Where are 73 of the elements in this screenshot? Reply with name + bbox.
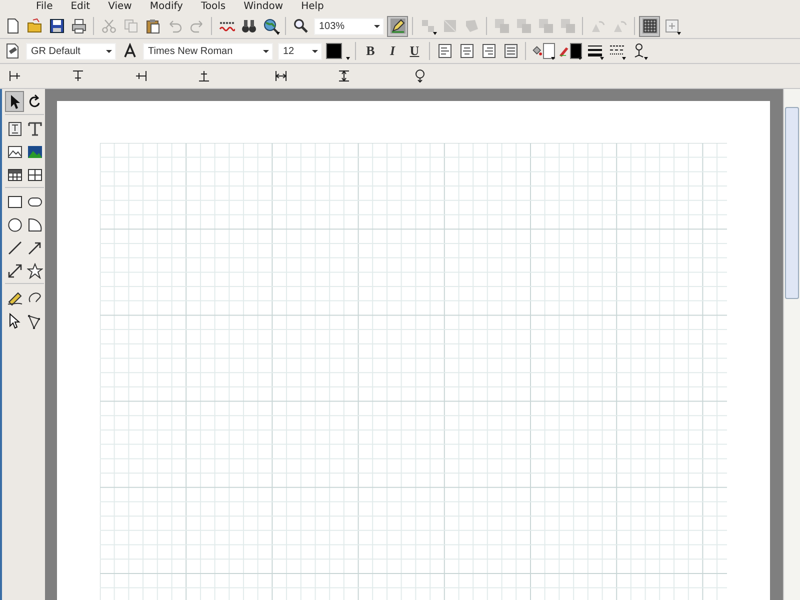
pencil-icon xyxy=(390,18,406,34)
menu-item[interactable]: Tools xyxy=(200,1,226,13)
style-dropdown[interactable]: GR Default xyxy=(26,42,116,60)
fill-color-button[interactable] xyxy=(530,40,556,62)
color-swatch xyxy=(542,43,555,59)
letter-a-icon xyxy=(122,43,138,59)
menu-item[interactable]: Window xyxy=(244,1,284,13)
color-swatch xyxy=(570,43,582,59)
zoom-dropdown[interactable]: 103% xyxy=(314,18,384,34)
stacked-squares-icon xyxy=(516,18,532,34)
line-icon xyxy=(6,240,22,256)
align-justify-icon xyxy=(502,43,518,59)
italic-button[interactable]: I xyxy=(382,40,403,62)
stacked-squares-icon xyxy=(560,18,576,34)
align-right-icon xyxy=(480,43,496,59)
text-color-button[interactable] xyxy=(325,40,351,62)
double-arrow-icon xyxy=(6,262,22,278)
node-pointer-icon xyxy=(6,312,22,328)
grid-button[interactable] xyxy=(639,16,660,36)
grid-icon xyxy=(642,18,658,34)
scroll-thumb[interactable] xyxy=(785,107,799,299)
text-frame-icon xyxy=(6,120,22,136)
table-icon xyxy=(6,166,22,182)
clipboard-icon xyxy=(144,18,160,34)
rotate-shape-icon xyxy=(612,18,628,34)
underline-button[interactable]: U xyxy=(404,40,425,62)
arrow-pointer-tool[interactable] xyxy=(5,91,24,112)
redo-arrow-icon xyxy=(188,18,204,34)
node-edit-icon xyxy=(26,312,42,328)
new-document-icon xyxy=(4,18,20,34)
scissors-icon xyxy=(100,18,116,34)
rotate-arrow-icon xyxy=(26,94,42,110)
letter-t-icon xyxy=(26,120,42,136)
magnifier-icon xyxy=(292,18,308,34)
menu-item[interactable]: View xyxy=(108,1,132,13)
printer-icon xyxy=(70,18,86,34)
stacked-squares-icon xyxy=(538,18,554,34)
group-shapes-icon xyxy=(420,18,436,34)
color-swatch xyxy=(326,43,342,59)
stacked-squares-icon xyxy=(494,18,510,34)
undo-arrow-icon xyxy=(166,18,182,34)
table-grid-icon xyxy=(26,166,42,182)
vertical-scrollbar[interactable] xyxy=(783,89,800,600)
line-color-button[interactable] xyxy=(557,40,583,62)
star-icon xyxy=(26,262,42,278)
pen-tool-icon xyxy=(6,290,22,306)
binoculars-icon xyxy=(240,18,256,34)
align-center-icon xyxy=(458,43,474,59)
menu-item[interactable]: Edit xyxy=(70,1,90,13)
menu-item[interactable]: File xyxy=(36,1,53,13)
align-left-icon xyxy=(436,43,452,59)
rotate-shape-icon xyxy=(590,18,606,34)
align-left-edge-icon xyxy=(6,68,22,84)
line-weight-icon xyxy=(586,43,602,59)
ungroup-shapes-icon xyxy=(442,18,458,34)
menu-item[interactable]: Help xyxy=(301,1,324,13)
page-style-icon xyxy=(4,43,20,59)
image-frame-icon xyxy=(6,144,22,160)
shape-block-icon xyxy=(464,18,480,34)
arrow-icon xyxy=(26,240,42,256)
distribute-horizontal-icon xyxy=(272,68,288,84)
folder-icon xyxy=(26,18,42,34)
pencil-button[interactable] xyxy=(387,16,408,36)
menu-item[interactable]: Modify xyxy=(150,1,183,13)
font-size-dropdown[interactable]: 12 xyxy=(278,42,322,60)
font-dropdown[interactable]: Times New Roman xyxy=(143,42,273,60)
landscape-image-icon xyxy=(26,144,42,160)
copy-icon xyxy=(122,18,138,34)
circle-icon xyxy=(6,216,22,232)
globe-search-icon xyxy=(262,18,278,34)
bold-button[interactable]: B xyxy=(360,40,381,62)
snap-frame-icon xyxy=(664,18,680,34)
rectangle-icon xyxy=(6,194,22,210)
